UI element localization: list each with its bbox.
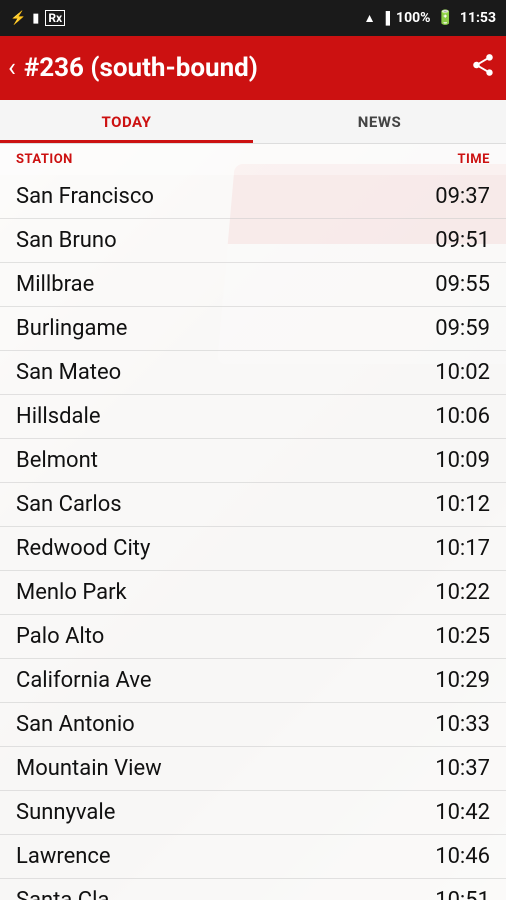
- wifi-icon: ▲: [364, 11, 376, 25]
- tab-news[interactable]: NEWS: [253, 100, 506, 143]
- station-name: Hillsdale: [16, 404, 101, 429]
- list-header: STATION TIME: [0, 144, 506, 175]
- station-name: Santa Cla...: [16, 888, 127, 900]
- usb-icon: ⚡: [10, 11, 26, 26]
- header-left: ‹ #236 (south-bound): [4, 49, 258, 87]
- table-row[interactable]: Burlingame 09:59: [0, 307, 506, 351]
- table-row[interactable]: California Ave 10:29: [0, 659, 506, 703]
- station-name: Palo Alto: [16, 624, 104, 649]
- station-time: 10:09: [435, 448, 490, 473]
- station-time: 09:55: [435, 272, 490, 297]
- table-row[interactable]: San Antonio 10:33: [0, 703, 506, 747]
- table-row[interactable]: San Carlos 10:12: [0, 483, 506, 527]
- table-row[interactable]: Mountain View 10:37: [0, 747, 506, 791]
- station-list: STATION TIME San Francisco 09:37 San Bruno…: [0, 144, 506, 900]
- station-time: 10:22: [435, 580, 490, 605]
- station-time: 10:12: [435, 492, 490, 517]
- page-title: #236 (south-bound): [24, 53, 258, 83]
- station-name: California Ave: [16, 668, 152, 693]
- station-time: 09:59: [435, 316, 490, 341]
- table-row[interactable]: San Mateo 10:02: [0, 351, 506, 395]
- station-name: San Mateo: [16, 360, 121, 385]
- table-row[interactable]: Lawrence 10:46: [0, 835, 506, 879]
- column-header-station: STATION: [16, 152, 73, 167]
- station-name: Millbrae: [16, 272, 94, 297]
- column-header-time: TIME: [457, 152, 490, 167]
- station-name: San Francisco: [16, 184, 154, 209]
- status-bar: ⚡ ▮ Rx ▲ ▐ 100% 🔋 11:53: [0, 0, 506, 36]
- station-name: Belmont: [16, 448, 98, 473]
- station-name: Mountain View: [16, 756, 162, 781]
- station-name: Menlo Park: [16, 580, 127, 605]
- content-area: STATION TIME San Francisco 09:37 San Bruno…: [0, 144, 506, 900]
- signal-icon: ▐: [382, 11, 391, 25]
- station-time: 10:37: [435, 756, 490, 781]
- table-row[interactable]: San Francisco 09:37: [0, 175, 506, 219]
- station-name: San Bruno: [16, 228, 117, 253]
- station-time: 10:42: [435, 800, 490, 825]
- table-row[interactable]: San Bruno 09:51: [0, 219, 506, 263]
- tab-bar: TODAY NEWS: [0, 100, 506, 144]
- table-row[interactable]: Redwood City 10:17: [0, 527, 506, 571]
- station-rows: San Francisco 09:37 San Bruno 09:51 Millbrae…: [0, 175, 506, 900]
- tab-today[interactable]: TODAY: [0, 100, 253, 143]
- table-row[interactable]: Menlo Park 10:22: [0, 571, 506, 615]
- status-bar-right-icons: ▲ ▐ 100% 🔋 11:53: [364, 10, 496, 26]
- station-time: 10:51: [435, 888, 490, 900]
- app-header: ‹ #236 (south-bound): [0, 36, 506, 100]
- station-name: San Antonio: [16, 712, 135, 737]
- station-time: 09:51: [435, 228, 490, 253]
- station-time: 09:37: [435, 184, 490, 209]
- station-time: 10:46: [435, 844, 490, 869]
- station-time: 10:29: [435, 668, 490, 693]
- table-row[interactable]: Sunnyvale 10:42: [0, 791, 506, 835]
- table-row[interactable]: Hillsdale 10:06: [0, 395, 506, 439]
- station-name: Burlingame: [16, 316, 127, 341]
- station-name: Lawrence: [16, 844, 111, 869]
- station-time: 10:25: [435, 624, 490, 649]
- table-row[interactable]: Palo Alto 10:25: [0, 615, 506, 659]
- station-name: Sunnyvale: [16, 800, 115, 825]
- table-row[interactable]: Belmont 10:09: [0, 439, 506, 483]
- battery-small-icon: ▮: [32, 11, 39, 26]
- station-time: 10:33: [435, 712, 490, 737]
- back-button[interactable]: ‹: [4, 49, 20, 87]
- station-time: 10:02: [435, 360, 490, 385]
- share-button[interactable]: [470, 52, 496, 84]
- battery-percent: 100%: [396, 10, 430, 26]
- status-bar-left-icons: ⚡ ▮ Rx: [10, 10, 65, 26]
- rx-icon: Rx: [45, 10, 65, 26]
- station-time: 10:06: [435, 404, 490, 429]
- battery-icon: 🔋: [436, 10, 453, 26]
- time-display: 11:53: [460, 10, 496, 26]
- station-name: Redwood City: [16, 536, 150, 561]
- station-name: San Carlos: [16, 492, 122, 517]
- table-row[interactable]: Santa Cla... 10:51: [0, 879, 506, 900]
- table-row[interactable]: Millbrae 09:55: [0, 263, 506, 307]
- station-time: 10:17: [435, 536, 490, 561]
